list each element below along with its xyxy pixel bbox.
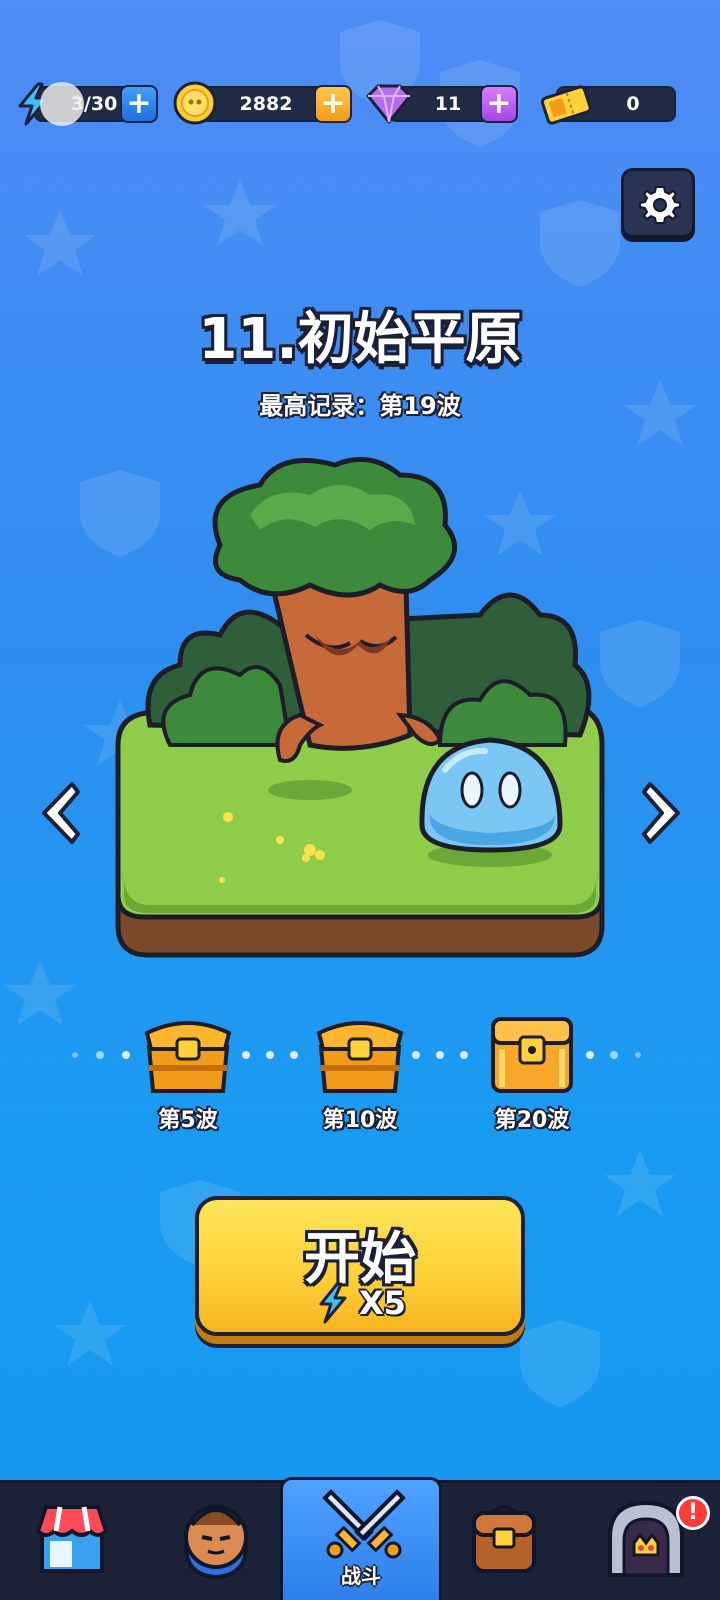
coins-value: 2882 [239,93,293,115]
add-gems-button[interactable]: + [480,85,518,123]
nav-backpack[interactable] [432,1483,576,1600]
ticket-icon [540,85,592,125]
milestone-wave-20-label: 第20波 [494,1108,570,1133]
tickets-value: 0 [626,93,640,115]
chest-wave-20-icon[interactable] [487,1013,577,1097]
resource-bar: 3/30 + 2882 + 11 + 0 [14,81,706,126]
crossed-swords-icon [322,1489,406,1559]
level-scene-illustration [115,456,605,958]
level-title: 11.初始平原 [198,307,522,372]
nav-battle-label: 战斗 [341,1564,381,1588]
start-button[interactable]: 开始 X5 [195,1196,525,1336]
shop-icon [35,1505,109,1573]
nav-shop[interactable] [0,1483,144,1600]
notification-badge: ! [676,1496,710,1530]
coin-icon [173,81,217,125]
previous-level-arrow[interactable] [38,778,82,848]
add-energy-button[interactable]: + [120,85,158,123]
backpack-icon [472,1505,536,1573]
milestone-wave-10-label: 第10波 [322,1108,398,1133]
best-record: 最高记录：第19波 [259,392,461,420]
gem-icon [366,84,412,124]
touch-indicator [40,82,84,126]
nav-heroes[interactable] [144,1483,288,1600]
start-cost: X5 [359,1284,406,1322]
lightning-icon [319,1282,347,1324]
settings-button[interactable] [621,168,695,238]
hero-icon [183,1505,249,1580]
add-coins-button[interactable]: + [314,85,352,123]
nav-battle[interactable]: 战斗 [280,1477,442,1600]
next-level-arrow[interactable] [640,778,684,848]
chest-wave-10-icon[interactable] [315,1013,405,1097]
milestone-wave-5-label: 第5波 [158,1108,218,1133]
gems-value: 11 [434,93,462,115]
chest-wave-5-icon[interactable] [143,1013,233,1097]
gear-icon [639,186,681,224]
start-button-label: 开始 [304,1227,416,1292]
bottom-navigation: 战斗 [0,1477,720,1600]
